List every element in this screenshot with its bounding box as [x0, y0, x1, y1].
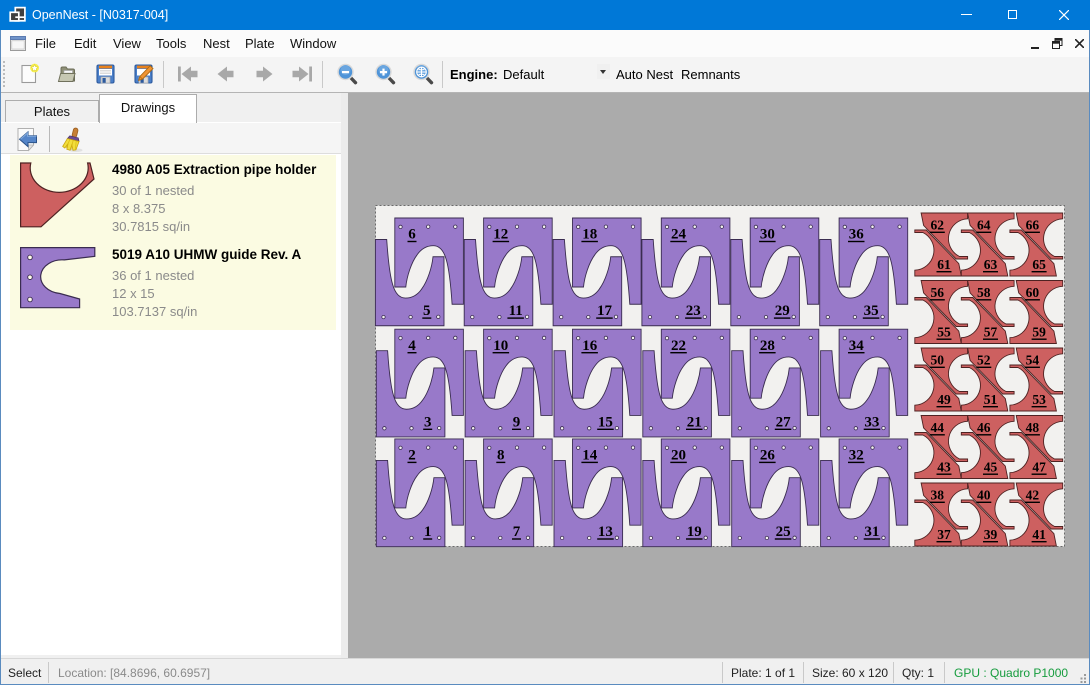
- svg-text:11: 11: [509, 303, 523, 319]
- svg-text:22: 22: [671, 338, 686, 354]
- svg-text:29: 29: [775, 303, 790, 319]
- svg-text:18: 18: [582, 227, 597, 243]
- svg-text:2: 2: [408, 448, 416, 464]
- svg-text:3: 3: [424, 414, 432, 430]
- svg-text:65: 65: [1032, 257, 1046, 272]
- svg-text:45: 45: [984, 459, 998, 474]
- svg-text:25: 25: [776, 524, 791, 540]
- svg-text:55: 55: [937, 324, 951, 339]
- svg-text:38: 38: [931, 487, 945, 502]
- svg-text:30: 30: [760, 227, 775, 243]
- svg-text:13: 13: [598, 524, 613, 540]
- svg-text:39: 39: [984, 527, 998, 542]
- svg-text:63: 63: [984, 257, 998, 272]
- svg-text:8: 8: [497, 448, 505, 464]
- svg-text:16: 16: [582, 338, 598, 354]
- svg-text:26: 26: [760, 448, 776, 464]
- svg-text:62: 62: [931, 217, 945, 232]
- svg-text:41: 41: [1032, 527, 1046, 542]
- svg-text:56: 56: [931, 285, 945, 300]
- svg-text:34: 34: [849, 338, 865, 354]
- svg-text:20: 20: [671, 448, 686, 464]
- svg-text:57: 57: [984, 324, 998, 339]
- svg-text:21: 21: [687, 414, 702, 430]
- svg-text:46: 46: [977, 420, 991, 435]
- svg-text:12: 12: [493, 227, 508, 243]
- svg-text:27: 27: [776, 414, 792, 430]
- svg-text:54: 54: [1026, 352, 1040, 367]
- svg-text:1: 1: [424, 524, 432, 540]
- svg-text:53: 53: [1032, 392, 1046, 407]
- svg-text:60: 60: [1026, 285, 1040, 300]
- svg-text:36: 36: [849, 227, 865, 243]
- svg-text:24: 24: [671, 227, 687, 243]
- svg-text:14: 14: [582, 448, 598, 464]
- svg-text:31: 31: [864, 524, 879, 540]
- svg-text:7: 7: [513, 524, 521, 540]
- svg-text:47: 47: [1032, 459, 1046, 474]
- svg-text:35: 35: [864, 303, 879, 319]
- svg-text:52: 52: [977, 352, 991, 367]
- svg-text:32: 32: [849, 448, 864, 464]
- svg-text:37: 37: [937, 527, 951, 542]
- svg-text:51: 51: [984, 392, 998, 407]
- svg-text:49: 49: [937, 392, 951, 407]
- svg-text:23: 23: [686, 303, 701, 319]
- svg-text:33: 33: [864, 414, 879, 430]
- svg-text:61: 61: [937, 257, 951, 272]
- svg-text:10: 10: [493, 338, 508, 354]
- svg-text:43: 43: [937, 459, 951, 474]
- svg-text:19: 19: [687, 524, 702, 540]
- svg-text:59: 59: [1032, 324, 1046, 339]
- svg-text:4: 4: [408, 338, 416, 354]
- svg-text:28: 28: [760, 338, 775, 354]
- svg-text:6: 6: [408, 227, 416, 243]
- svg-text:64: 64: [977, 217, 991, 232]
- svg-text:42: 42: [1026, 487, 1040, 502]
- svg-text:58: 58: [977, 285, 991, 300]
- svg-text:66: 66: [1026, 217, 1040, 232]
- svg-text:17: 17: [597, 303, 613, 319]
- svg-text:48: 48: [1026, 420, 1040, 435]
- svg-text:15: 15: [598, 414, 613, 430]
- svg-text:40: 40: [977, 487, 991, 502]
- svg-text:5: 5: [423, 303, 431, 319]
- svg-text:50: 50: [931, 352, 945, 367]
- svg-text:44: 44: [931, 420, 945, 435]
- svg-text:9: 9: [513, 414, 521, 430]
